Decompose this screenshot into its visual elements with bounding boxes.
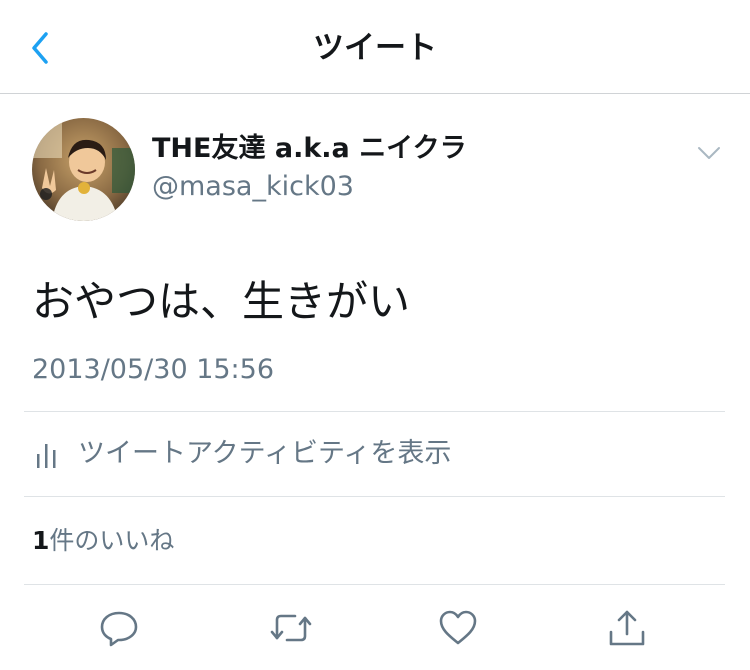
reply-button[interactable] — [99, 608, 139, 648]
likes-link[interactable]: 1件のいいね — [32, 522, 174, 560]
reply-icon — [100, 611, 138, 647]
avatar-image — [32, 118, 135, 221]
like-button[interactable] — [438, 608, 478, 648]
tweet-activity-label: ツイートアクティビティを表示 — [78, 438, 452, 469]
tweet-activity-link[interactable]: ツイートアクティビティを表示 — [24, 412, 725, 496]
heart-icon — [439, 610, 477, 645]
display-name[interactable]: THE友達 a.k.a ニイクラ — [152, 130, 467, 168]
navigation-bar: ツイート — [0, 0, 750, 94]
divider — [24, 496, 725, 497]
likes-count: 1 — [32, 526, 50, 555]
tweet-options-button[interactable] — [694, 140, 724, 166]
share-icon — [609, 610, 645, 646]
likes-label: 件のいいね — [49, 526, 175, 555]
user-handle[interactable]: @masa_kick03 — [152, 168, 354, 206]
page-title: ツイート — [313, 30, 437, 66]
retweet-button[interactable] — [269, 608, 313, 648]
bar-chart-icon — [37, 444, 56, 468]
avatar[interactable] — [32, 118, 135, 221]
share-button[interactable] — [607, 608, 647, 648]
chevron-down-icon — [698, 147, 720, 159]
retweet-icon — [270, 614, 312, 642]
divider — [24, 584, 725, 585]
tweet-timestamp: 2013/05/30 15:56 — [32, 354, 275, 385]
tweet-text: おやつは、生きがい — [32, 277, 411, 326]
